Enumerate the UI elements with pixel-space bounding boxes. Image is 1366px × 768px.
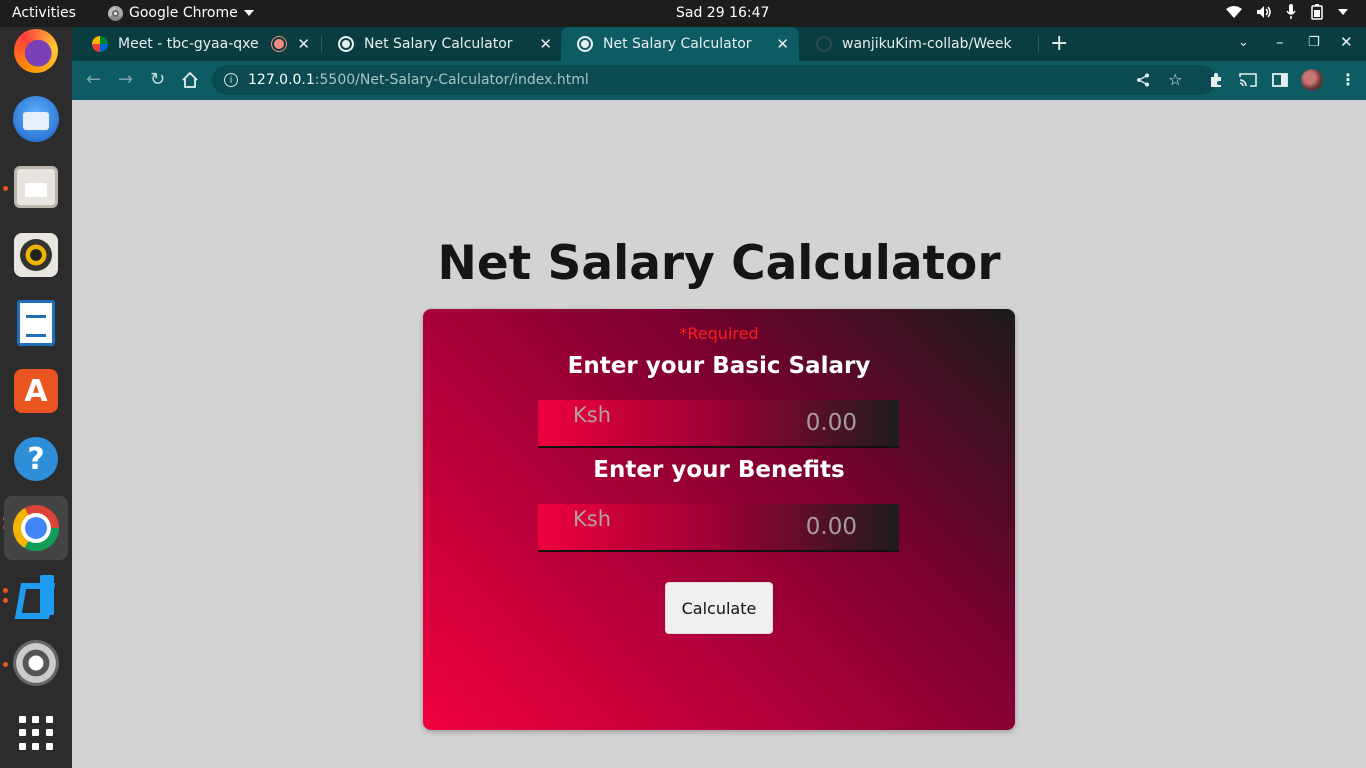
basic-salary-input[interactable] <box>677 408 857 438</box>
tab-net-salary-2[interactable]: Net Salary Calculator ✕ <box>561 27 799 61</box>
tab-separator <box>1038 36 1039 52</box>
extensions-icon[interactable] <box>1208 72 1224 88</box>
running-indicator <box>3 588 8 593</box>
back-arrow-icon[interactable]: ← <box>86 69 101 90</box>
tab-strip: Meet - tbc-gyaa-qxe ✕ Net Salary Calcula… <box>72 27 1366 61</box>
microphone-icon <box>1286 4 1296 19</box>
running-indicator <box>3 186 8 191</box>
files-icon <box>14 166 58 208</box>
wifi-icon <box>1226 6 1242 18</box>
app-menu-label: Google Chrome <box>129 5 238 21</box>
reload-icon[interactable]: ↻ <box>150 69 165 90</box>
chrome-app-icon <box>108 5 123 21</box>
home-icon[interactable] <box>181 71 199 89</box>
thunderbird-icon <box>13 96 59 142</box>
restore-icon[interactable]: ❐ <box>1308 35 1320 50</box>
benefits-field: Ksh <box>538 504 899 552</box>
page-content: Net Salary Calculator *Required Enter yo… <box>72 100 1366 768</box>
dock-help[interactable]: ? <box>10 433 62 485</box>
github-icon <box>816 36 832 52</box>
url-host: 127.0.0.1 <box>248 72 315 88</box>
dock-vscode[interactable] <box>10 569 62 621</box>
basic-salary-field: Ksh <box>538 400 899 448</box>
tab-github[interactable]: wanjikuKim-collab/Week <box>800 27 1036 61</box>
tab-label: Meet - tbc-gyaa-qxe <box>118 36 259 52</box>
battery-icon <box>1311 4 1323 20</box>
calculator-card: *Required Enter your Basic Salary Ksh En… <box>423 309 1015 730</box>
show-apps-icon <box>19 716 53 750</box>
show-apps-button[interactable] <box>10 707 62 759</box>
writer-icon <box>17 300 55 346</box>
dock-firefox[interactable] <box>10 25 62 77</box>
cast-icon[interactable] <box>1239 72 1257 88</box>
dock-files[interactable] <box>10 161 62 213</box>
settings-icon <box>13 640 59 686</box>
system-tray[interactable] <box>1226 4 1348 20</box>
dock-app-store[interactable]: A <box>10 365 62 417</box>
dock-writer[interactable] <box>10 297 62 349</box>
close-icon[interactable]: ✕ <box>539 35 552 53</box>
share-icon[interactable] <box>1136 73 1150 87</box>
page-title: Net Salary Calculator <box>437 236 1001 291</box>
globe-icon <box>338 36 354 52</box>
currency-label: Ksh <box>573 403 612 427</box>
running-indicator <box>3 598 8 603</box>
system-top-bar: Activities Google Chrome Sad 29 16:47 <box>0 0 1366 27</box>
bookmark-star-icon[interactable]: ☆ <box>1168 70 1182 89</box>
benefits-label: Enter your Benefits <box>593 457 845 483</box>
chrome-icon <box>13 505 59 551</box>
firefox-icon <box>14 29 58 73</box>
recording-icon <box>274 39 284 49</box>
profile-avatar[interactable] <box>1301 69 1323 91</box>
tab-meet[interactable]: Meet - tbc-gyaa-qxe ✕ <box>76 27 320 61</box>
address-bar[interactable]: i 127.0.0.1:5500/Net-Salary-Calculator/i… <box>212 65 1216 95</box>
tab-net-salary-1[interactable]: Net Salary Calculator ✕ <box>322 27 562 61</box>
activities-button[interactable]: Activities <box>12 5 76 21</box>
forward-arrow-icon[interactable]: → <box>118 69 133 90</box>
dock-rhythmbox[interactable] <box>10 229 62 281</box>
calculate-button[interactable]: Calculate <box>665 582 773 634</box>
new-tab-button[interactable]: + <box>1050 31 1068 56</box>
help-icon: ? <box>14 437 58 481</box>
close-window-icon[interactable]: ✕ <box>1340 33 1353 51</box>
tab-label: wanjikuKim-collab/Week <box>842 36 1012 52</box>
side-panel-icon[interactable] <box>1272 72 1288 88</box>
benefits-input[interactable] <box>677 512 857 542</box>
clock[interactable]: Sad 29 16:47 <box>676 5 769 21</box>
currency-label: Ksh <box>573 507 612 531</box>
site-info-icon[interactable]: i <box>224 73 238 87</box>
system-menu-chevron-icon <box>1338 9 1348 15</box>
globe-icon <box>577 36 593 52</box>
dock-settings[interactable] <box>10 637 62 689</box>
meet-favicon-icon <box>92 36 108 52</box>
more-menu-icon[interactable]: ⋮ <box>1340 70 1356 89</box>
close-icon[interactable]: ✕ <box>297 35 310 53</box>
rhythmbox-icon <box>14 233 58 277</box>
dock: A ? <box>0 27 72 768</box>
required-note: *Required <box>679 324 759 343</box>
vscode-icon <box>14 573 58 617</box>
tab-search-chevron-icon[interactable]: ⌄ <box>1238 35 1249 50</box>
tab-label: Net Salary Calculator <box>364 36 513 52</box>
running-indicator <box>3 662 8 667</box>
close-icon[interactable]: ✕ <box>776 35 789 53</box>
dock-chrome[interactable] <box>4 496 68 560</box>
browser-toolbar: ← → ↻ i 127.0.0.1:5500/Net-Salary-Calcul… <box>72 61 1366 100</box>
volume-icon <box>1257 6 1271 18</box>
basic-salary-label: Enter your Basic Salary <box>567 353 871 379</box>
dock-thunderbird[interactable] <box>10 93 62 145</box>
minimize-icon[interactable]: – <box>1276 33 1284 51</box>
app-menu[interactable]: Google Chrome <box>108 5 254 21</box>
url-path: :5500/Net-Salary-Calculator/index.html <box>314 72 589 88</box>
app-store-icon: A <box>14 369 58 413</box>
tab-label: Net Salary Calculator <box>603 36 752 52</box>
chevron-down-icon <box>243 10 254 16</box>
